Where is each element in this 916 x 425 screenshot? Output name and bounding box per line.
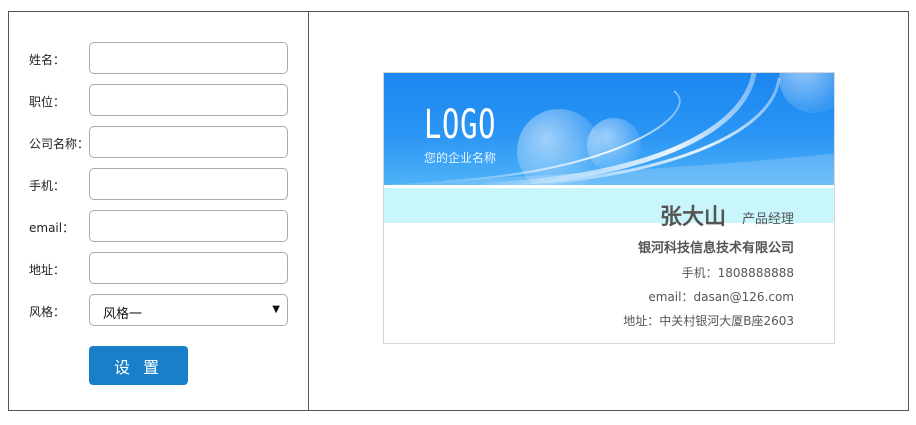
phone-row: 手机： (9, 168, 308, 202)
style-row: 风格： 风格一 ▼ (9, 294, 308, 328)
submit-button[interactable]: 设 置 (89, 346, 188, 385)
email-label: email： (29, 221, 75, 235)
card-address: 地址：中关村银河大厦B座2603 (623, 314, 794, 328)
main-container: 姓名： 职位： 公司名称： 手机： email： 地址： 风格： 风格一 ▼ 设… (8, 11, 909, 411)
address-label: 地址： (29, 263, 66, 277)
card-phone: 手机：1808888888 (681, 266, 794, 280)
card-company-tagline: 您的企业名称 (424, 151, 497, 165)
card-person-name: 张大山 (659, 205, 726, 230)
style-select-value: 风格一 (103, 307, 143, 322)
panel-divider (308, 12, 309, 410)
address-row: 地址： (9, 252, 308, 286)
business-card-preview: LOGO 您的企业名称 张大山 产品经理 银河科技信息技术有限公司 手机：180… (383, 72, 835, 344)
style-select[interactable]: 风格一 ▼ (89, 294, 288, 326)
company-input[interactable] (89, 126, 288, 158)
phone-label: 手机： (29, 179, 66, 193)
address-input[interactable] (89, 252, 288, 284)
email-row: email： (9, 210, 308, 244)
position-row: 职位： (9, 84, 308, 118)
card-logo: LOGO (424, 102, 497, 148)
card-email: email：dasan@126.com (648, 290, 794, 304)
company-label: 公司名称： (29, 137, 90, 151)
phone-input[interactable] (89, 168, 288, 200)
chevron-down-icon: ▼ (272, 304, 280, 315)
name-input[interactable] (89, 42, 288, 74)
name-label: 姓名： (29, 53, 66, 67)
style-label: 风格： (29, 305, 66, 319)
card-company-name: 银河科技信息技术有限公司 (637, 241, 794, 256)
email-input[interactable] (89, 210, 288, 242)
name-row: 姓名： (9, 42, 308, 76)
card-person-title: 产品经理 (741, 212, 794, 227)
position-input[interactable] (89, 84, 288, 116)
company-row: 公司名称： (9, 126, 308, 160)
position-label: 职位： (29, 95, 66, 109)
